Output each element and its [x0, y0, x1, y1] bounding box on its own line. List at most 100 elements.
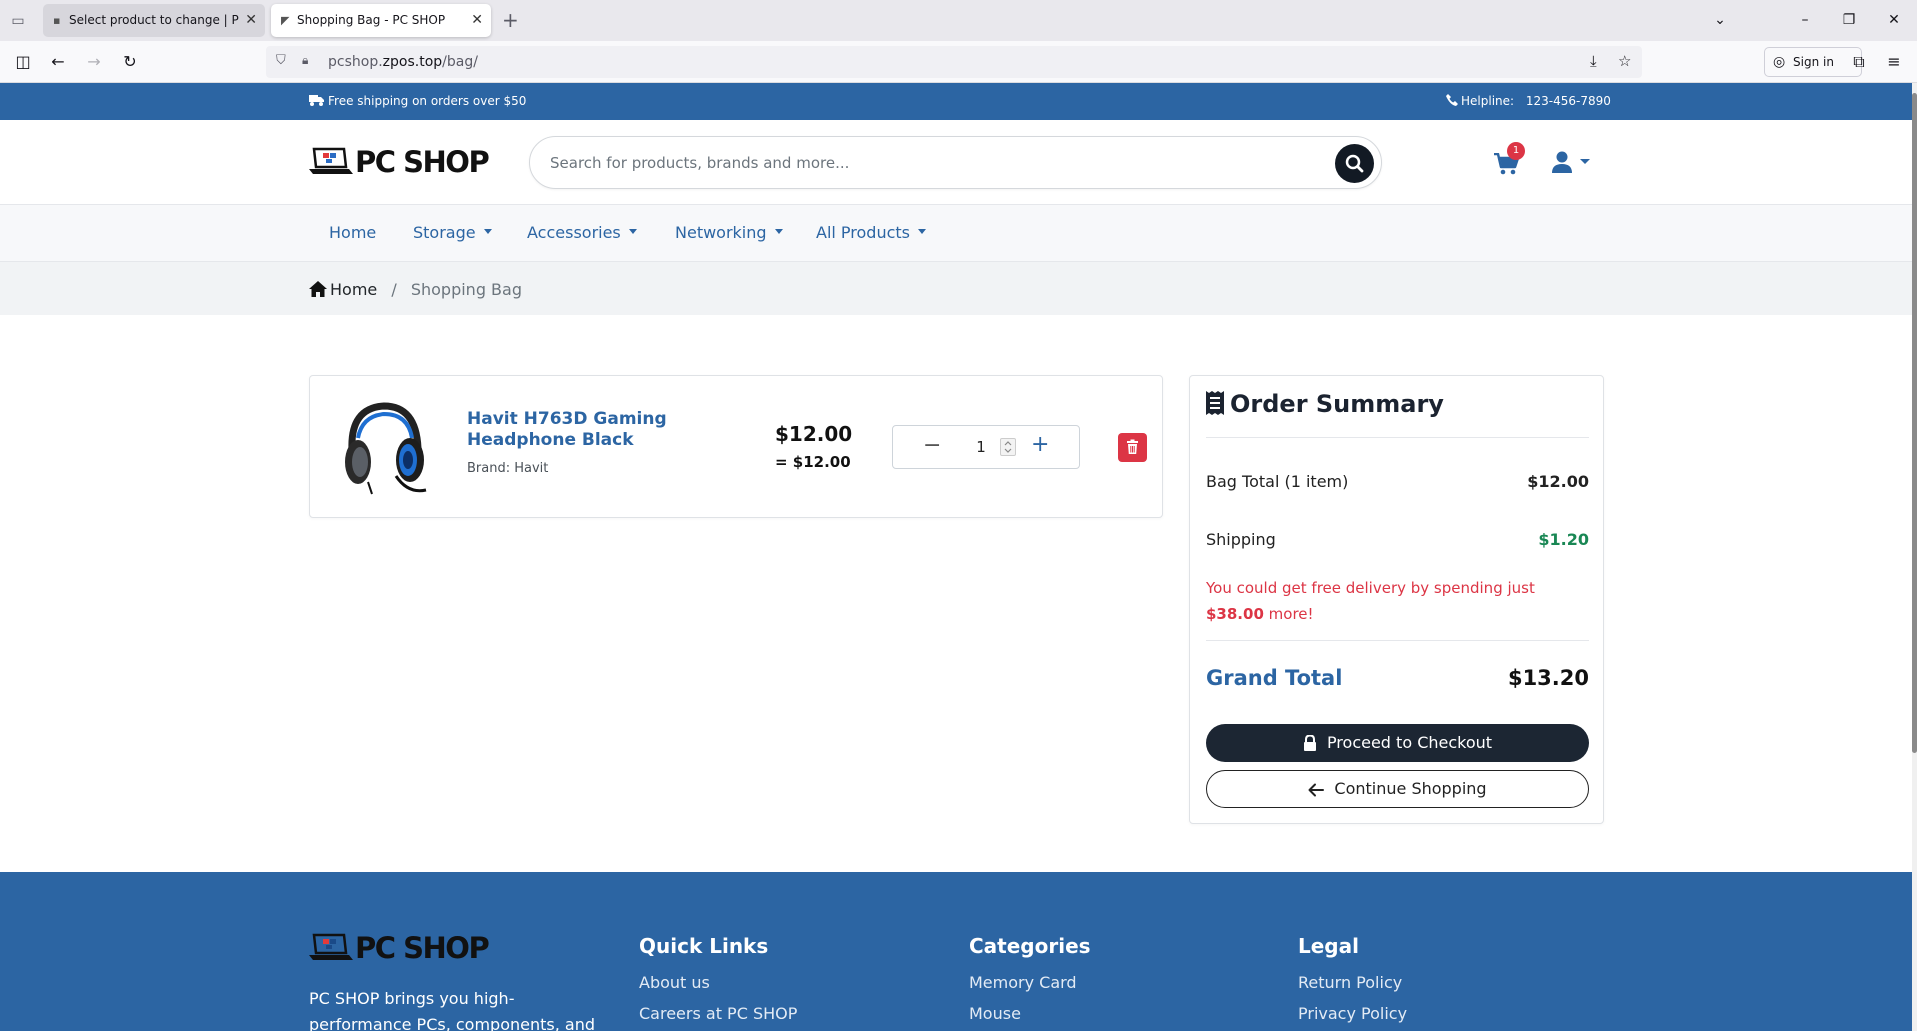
footer-link[interactable]: Privacy Policy — [1298, 1004, 1407, 1023]
helpline-number[interactable]: 123-456-7890 — [1526, 94, 1611, 108]
nav-item-accessories[interactable]: Accessories — [527, 223, 637, 242]
receipt-icon — [1206, 391, 1224, 415]
footer-column-title: Legal — [1298, 934, 1359, 958]
caret-down-icon — [918, 229, 927, 234]
nav-item-all-products[interactable]: All Products — [816, 223, 927, 242]
footer-column-title: Categories — [969, 934, 1091, 958]
page-scrollbar[interactable] — [1912, 83, 1917, 1031]
logo-text: PC SHOP — [355, 931, 490, 965]
restore-icon[interactable]: ❐ — [1834, 6, 1864, 34]
sidebar-icon[interactable]: ◫ — [10, 49, 36, 75]
save-to-pocket-icon[interactable]: ⤓ — [1590, 52, 1597, 70]
nav-item-home[interactable]: Home — [329, 223, 376, 242]
divider — [1206, 437, 1589, 438]
order-summary: Order Summary Bag Total (1 item) $12.00 … — [1189, 375, 1604, 824]
site-header: PC SHOP 1 — [0, 120, 1912, 205]
footer-column-title: Quick Links — [639, 934, 769, 958]
nav-item-storage[interactable]: Storage — [413, 223, 492, 242]
quantity-spinner[interactable] — [1000, 438, 1016, 456]
site-footer: PC SHOP PC SHOP brings you high-performa… — [0, 872, 1912, 1031]
product-subtotal: = $12.00 — [775, 453, 851, 471]
page-viewport: Free shipping on orders over $50 Helplin… — [0, 83, 1912, 1031]
product-price: $12.00 — [775, 422, 853, 446]
bag-total-value: $12.00 — [1527, 472, 1589, 491]
continue-shopping-button[interactable]: Continue Shopping — [1206, 770, 1589, 808]
laptop-logo-icon — [309, 147, 353, 174]
shipping-label: Shipping — [1206, 530, 1276, 549]
free-delivery-notice: You could get free delivery by spending … — [1206, 579, 1535, 623]
truck-icon — [309, 95, 324, 106]
minimize-icon[interactable]: – — [1790, 6, 1820, 34]
footer-about-text: PC SHOP brings you high-performance PCs,… — [309, 989, 596, 1031]
caret-down-icon — [628, 229, 637, 234]
close-icon[interactable]: ✕ — [245, 4, 257, 37]
product-name-link[interactable]: Havit H763D Gaming Headphone Black — [467, 409, 667, 451]
home-icon — [309, 281, 327, 297]
proceed-to-checkout-button[interactable]: Proceed to Checkout — [1206, 724, 1589, 762]
footer-link[interactable]: About us — [639, 973, 797, 992]
order-summary-title: Order Summary — [1206, 390, 1444, 418]
grand-total-value: $13.20 — [1507, 666, 1589, 690]
footer-link[interactable]: Mouse — [969, 1004, 1091, 1023]
forward-icon[interactable]: → — [81, 49, 107, 75]
url-text[interactable]: pcshop.zpos.top/bag/ — [328, 54, 478, 70]
tab-title: Shopping Bag - PC SHOP — [297, 13, 446, 27]
breadcrumb-current: Shopping Bag — [410, 280, 522, 299]
footer-column-categories: Categories Memory Card Mouse — [969, 934, 1091, 1031]
spinner-arrows-icon — [1004, 441, 1012, 453]
arrow-left-icon — [1308, 783, 1325, 797]
footer-link[interactable]: Memory Card — [969, 973, 1091, 992]
search-button[interactable] — [1335, 144, 1374, 183]
lock-icon[interactable]: 🔒︎ — [302, 53, 308, 68]
search-input[interactable] — [550, 149, 1310, 177]
product-image[interactable] — [338, 398, 434, 498]
logo-text: PC SHOP — [355, 145, 490, 179]
reload-icon[interactable]: ↻ — [117, 49, 143, 75]
back-icon[interactable]: ← — [45, 49, 71, 75]
shipping-value: $1.20 — [1538, 530, 1589, 549]
decrease-quantity-button[interactable]: − — [923, 434, 941, 458]
quantity-stepper: − 1 + — [892, 425, 1080, 469]
browser-nav-bar: ◫ ← → ↻ ⛉ 🔒︎ pcshop.zpos.top/bag/ ⤓ ☆ ◎ S… — [0, 41, 1917, 83]
user-icon[interactable] — [1552, 151, 1596, 175]
footer-link[interactable]: Return Policy — [1298, 973, 1407, 992]
breadcrumb-bar: Home / Shopping Bag — [0, 262, 1912, 315]
caret-down-icon — [483, 229, 492, 234]
tab-title: Select product to change | PCSHOP — [69, 13, 239, 27]
new-tab-icon[interactable]: + — [502, 8, 519, 32]
browser-tab[interactable]: ▪ Select product to change | PCSHOP ✕ — [43, 4, 265, 37]
bookmark-star-icon[interactable]: ☆ — [1618, 52, 1631, 70]
footer-column-legal: Legal Return Policy Privacy Policy — [1298, 934, 1407, 1031]
caret-down-icon — [774, 229, 783, 234]
remove-item-button[interactable] — [1118, 433, 1147, 462]
window-close-icon[interactable]: ✕ — [1879, 6, 1909, 34]
breadcrumb-separator: / — [391, 280, 397, 299]
footer-link[interactable]: Careers at PC SHOP — [639, 1004, 797, 1023]
shield-icon[interactable]: ⛉ — [276, 53, 286, 68]
breadcrumb-home[interactable]: Home — [309, 280, 382, 299]
browser-tab-active[interactable]: ◤ Shopping Bag - PC SHOP ✕ — [271, 4, 491, 37]
breadcrumb: Home / Shopping Bag — [309, 280, 522, 299]
remaining-amount: $38.00 — [1206, 605, 1264, 623]
search-bar — [529, 136, 1382, 189]
menu-icon[interactable]: ≡ — [1881, 49, 1907, 75]
bag-total-label: Bag Total (1 item) — [1206, 472, 1349, 491]
tab-list-icon[interactable]: ▭ — [6, 9, 30, 33]
free-shipping-text: Free shipping on orders over $50 — [328, 94, 527, 108]
page-favicon: ◤ — [281, 14, 290, 27]
grand-total-label: Grand Total — [1206, 666, 1343, 690]
trash-icon — [1127, 439, 1138, 454]
helpline-label: Helpline: — [1461, 94, 1515, 108]
extensions-icon[interactable]: ⧉ — [1846, 49, 1872, 75]
increase-quantity-button[interactable]: + — [1031, 433, 1049, 457]
announcement-bar: Free shipping on orders over $50 Helplin… — [0, 83, 1912, 120]
scrollbar-thumb[interactable] — [1912, 93, 1917, 753]
nav-item-networking[interactable]: Networking — [675, 223, 783, 242]
chevron-down-icon[interactable]: ⌄ — [1705, 6, 1735, 34]
quantity-input[interactable]: 1 — [971, 438, 991, 456]
footer-column-quick-links: Quick Links About us Careers at PC SHOP — [639, 934, 797, 1031]
close-icon[interactable]: ✕ — [471, 4, 483, 37]
main-navigation: Home Storage Accessories Networking All … — [0, 205, 1912, 262]
url-bar[interactable]: ⛉ 🔒︎ pcshop.zpos.top/bag/ ⤓ ☆ — [266, 46, 1642, 78]
divider — [1206, 640, 1589, 641]
